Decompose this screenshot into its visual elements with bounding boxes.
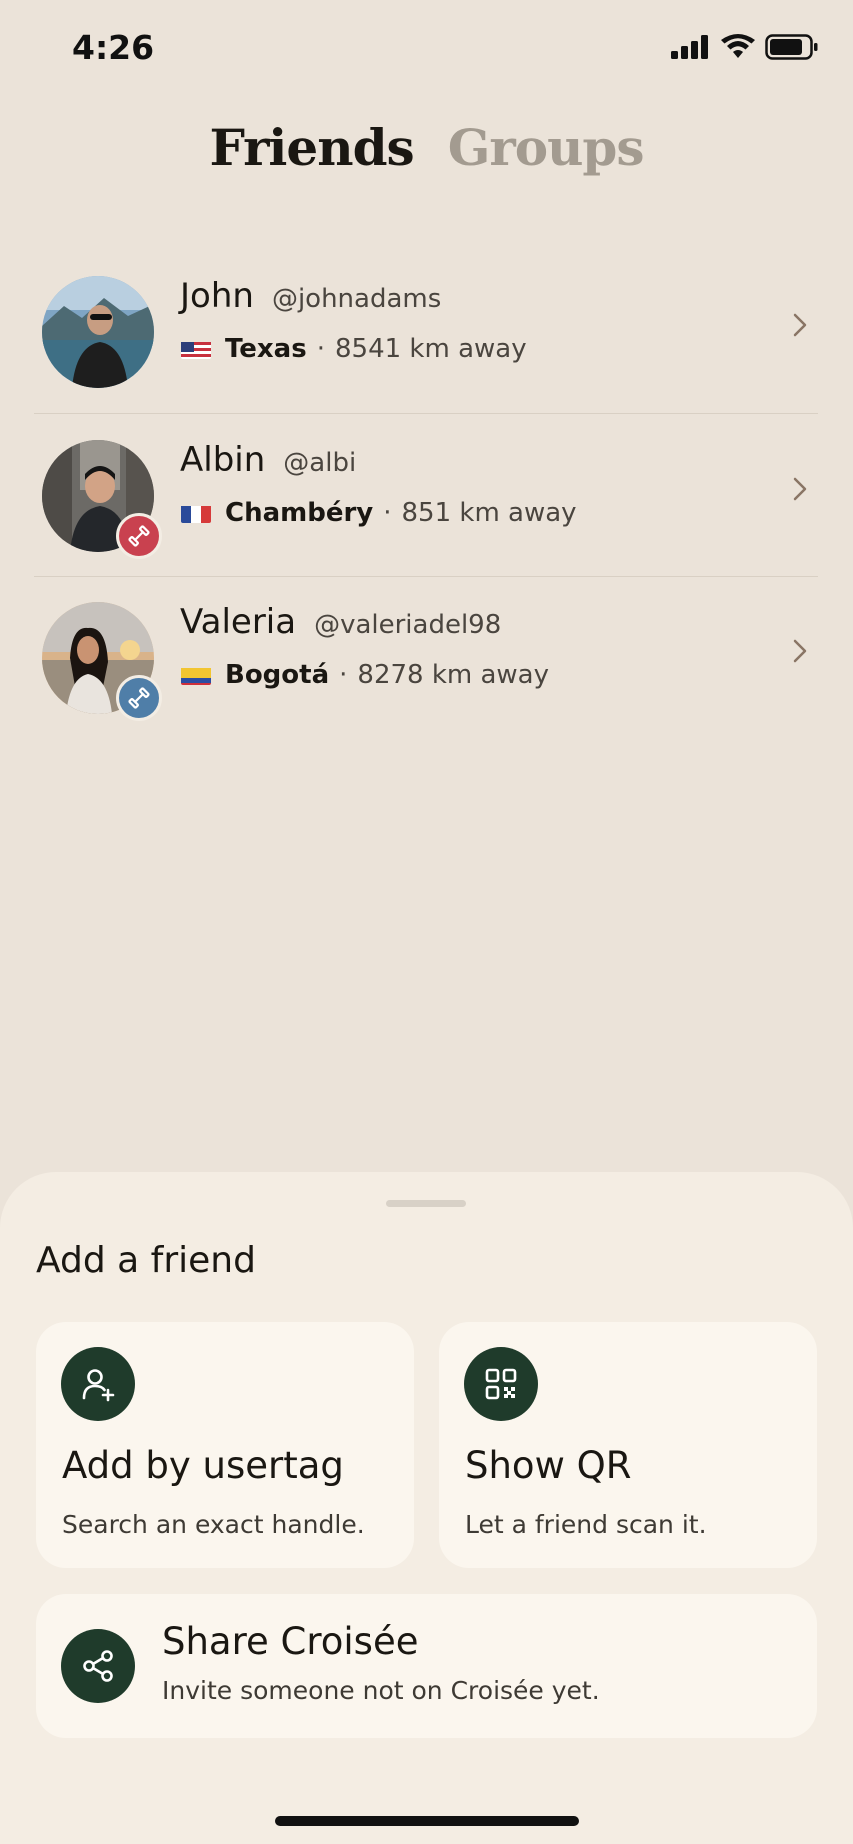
card-subtitle: Invite someone not on Croisée yet. (162, 1676, 600, 1705)
add-user-icon (82, 1369, 115, 1402)
friend-city: Bogotá (225, 660, 330, 690)
card-subtitle: Search an exact handle. (62, 1510, 365, 1539)
friend-name-line: Albin @albi (180, 440, 356, 480)
qr-icon-circle (464, 1347, 538, 1421)
friend-meta: Chambéry · 851 km away (181, 498, 577, 528)
friend-name: Valeria (180, 602, 297, 642)
card-subtitle: Let a friend scan it. (465, 1510, 707, 1539)
activity-badge (116, 513, 162, 559)
chevron-right-icon (793, 313, 807, 337)
co-flag-icon (181, 665, 211, 685)
tab-groups[interactable]: Groups (448, 118, 645, 177)
meta-separator: · (316, 334, 325, 364)
friend-name-line: Valeria @valeriadel98 (180, 602, 501, 642)
tab-friends[interactable]: Friends (209, 118, 414, 177)
sheet-title: Add a friend (36, 1240, 256, 1281)
card-title: Add by usertag (62, 1444, 344, 1487)
friend-city: Chambéry (225, 498, 374, 528)
status-time: 4:26 (72, 28, 155, 67)
share-icon (83, 1650, 113, 1682)
friend-city: Texas (225, 334, 307, 364)
qr-code-icon (485, 1368, 517, 1400)
share-croisee-card[interactable]: Share Croisée Invite someone not on Croi… (36, 1594, 817, 1738)
chevron-right-icon (793, 639, 807, 663)
us-flag-icon (181, 339, 211, 359)
divider (34, 413, 818, 414)
friend-row-john[interactable]: John @johnadams Texas · 8541 km away (34, 254, 818, 416)
friend-name-line: John @johnadams (180, 276, 441, 316)
friend-meta: Bogotá · 8278 km away (181, 660, 549, 690)
show-qr-card[interactable]: Show QR Let a friend scan it. (439, 1322, 817, 1568)
friend-distance: 8278 km away (357, 660, 550, 690)
dumbbell-icon (128, 525, 150, 547)
avatar (42, 276, 154, 388)
sheet-grabber[interactable] (386, 1200, 466, 1207)
activity-badge (116, 675, 162, 721)
friend-name: Albin (180, 440, 266, 480)
chevron-right-icon (793, 477, 807, 501)
card-title: Share Croisée (162, 1620, 419, 1663)
segment-tabs: Friends Groups (0, 118, 853, 177)
fr-flag-icon (181, 503, 211, 523)
friend-distance: 851 km away (401, 498, 577, 528)
signal-icon (671, 35, 708, 59)
battery-icon (765, 34, 818, 60)
card-title: Show QR (465, 1444, 632, 1487)
dumbbell-icon (128, 687, 150, 709)
home-indicator[interactable] (275, 1816, 579, 1826)
friend-name: John (180, 276, 254, 316)
friend-distance: 8541 km away (334, 334, 527, 364)
friend-row-albin[interactable]: Albin @albi Chambéry · 851 km away (34, 418, 818, 580)
friend-handle: @albi (283, 448, 357, 478)
share-icon-circle (61, 1629, 135, 1703)
friend-handle: @valeriadel98 (314, 610, 502, 640)
friend-meta: Texas · 8541 km away (181, 334, 527, 364)
friend-handle: @johnadams (271, 284, 442, 314)
add-by-usertag-card[interactable]: Add by usertag Search an exact handle. (36, 1322, 414, 1568)
meta-separator: · (383, 498, 392, 528)
status-icons (671, 34, 819, 60)
wifi-icon (721, 34, 755, 58)
friend-row-valeria[interactable]: Valeria @valeriadel98 Bogotá · 8278 km aw… (34, 580, 818, 742)
meta-separator: · (339, 660, 348, 690)
add-user-icon-circle (61, 1347, 135, 1421)
divider (34, 576, 818, 577)
